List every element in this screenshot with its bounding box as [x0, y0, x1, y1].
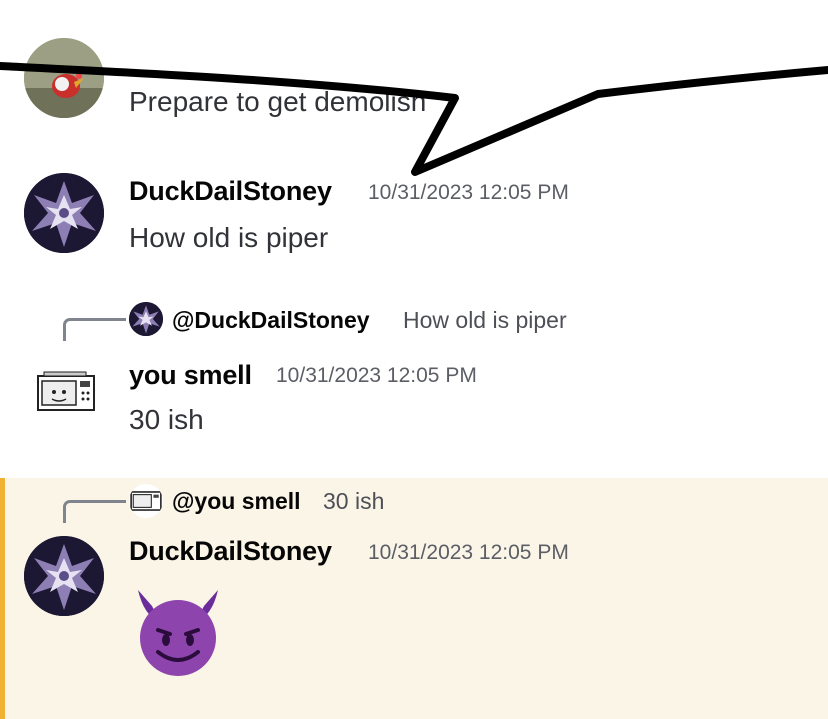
annotation-speech-stroke [0, 62, 828, 176]
